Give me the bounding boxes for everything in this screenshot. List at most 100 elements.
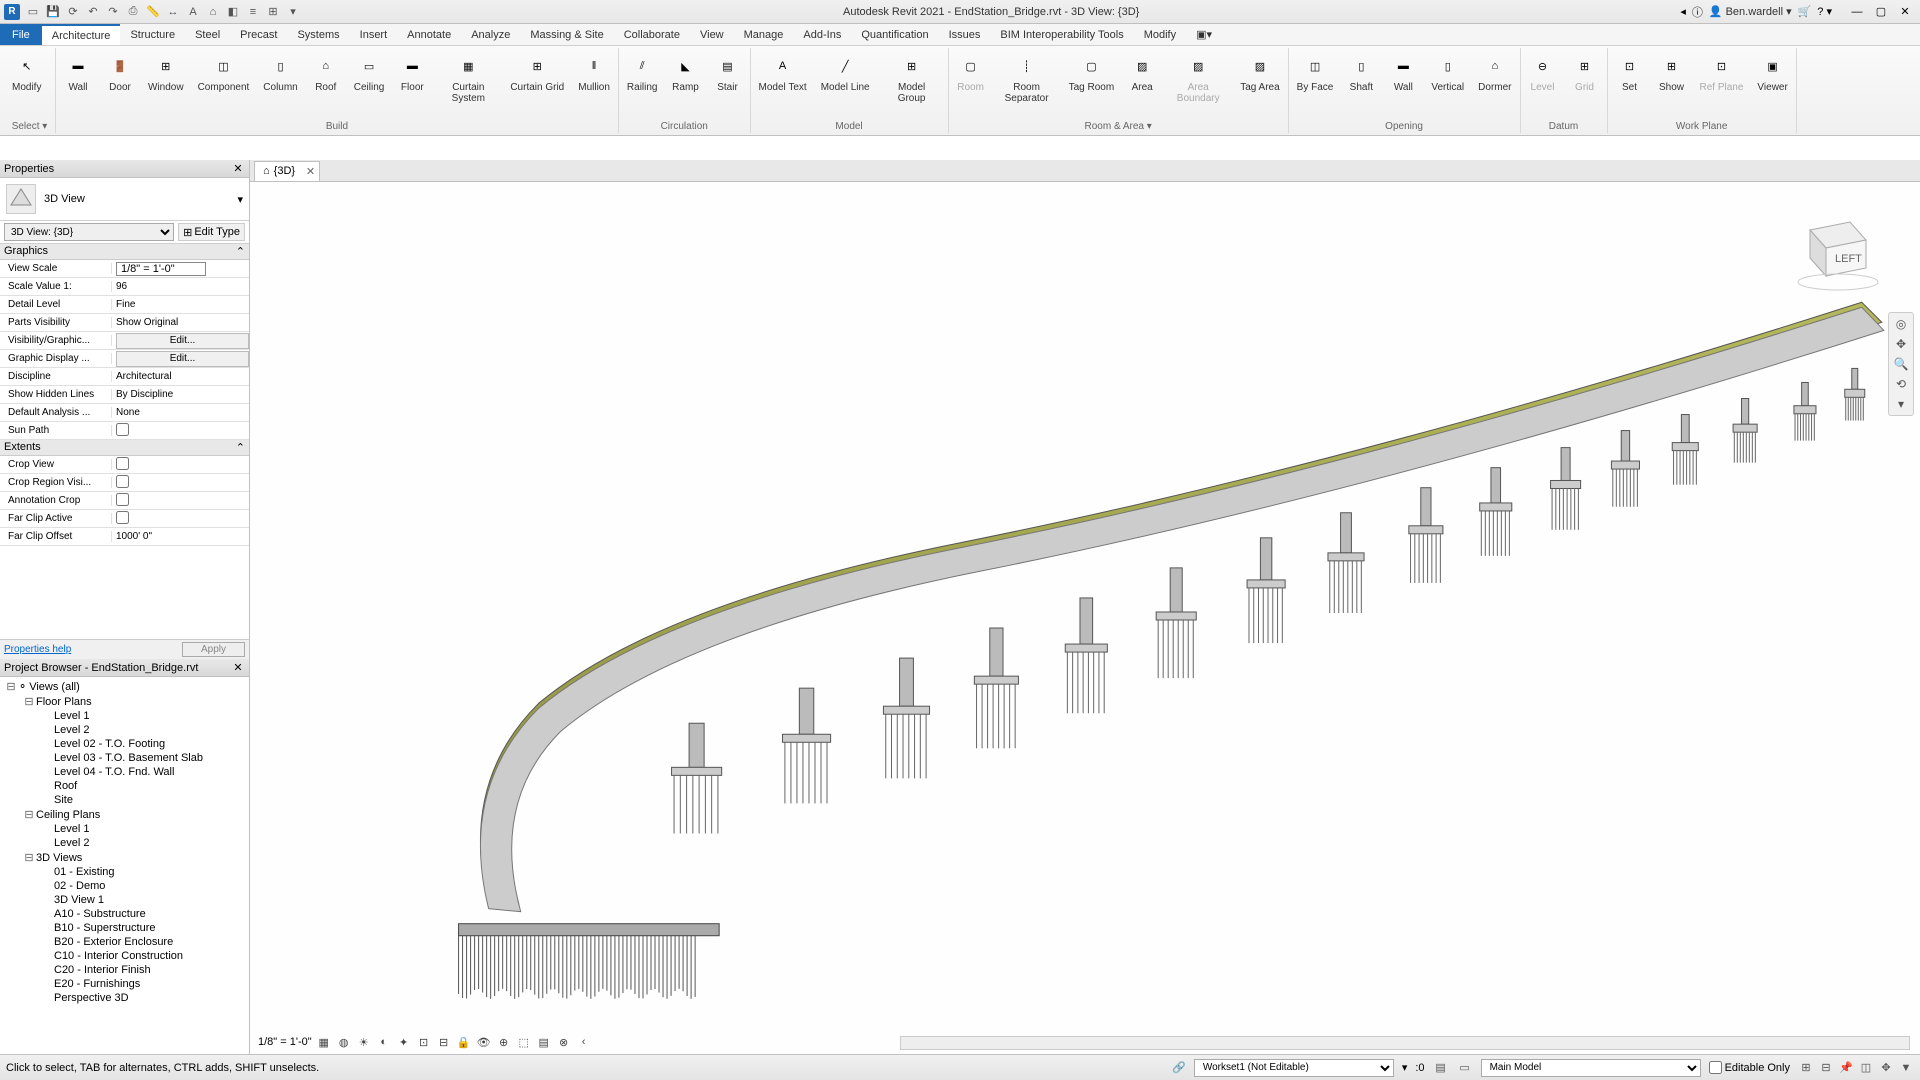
rendering-icon[interactable]: ✦ bbox=[396, 1034, 412, 1050]
graphics-category[interactable]: Graphics⌃ bbox=[0, 244, 249, 260]
filter-icon[interactable]: ▤ bbox=[1433, 1060, 1449, 1076]
tag-area-button[interactable]: ▨Tag Area bbox=[1234, 50, 1285, 95]
level-button[interactable]: ⊖Level bbox=[1523, 50, 1563, 95]
roof-button[interactable]: ⌂Roof bbox=[306, 50, 346, 95]
select-panel-label[interactable]: Select ▾ bbox=[4, 120, 55, 133]
properties-header[interactable]: Properties ✕ bbox=[0, 160, 249, 178]
property-row[interactable]: Graphic Display ...Edit... bbox=[0, 350, 249, 368]
curtain-system-button[interactable]: ▦Curtain System bbox=[434, 50, 502, 106]
select-links-icon[interactable]: ⊞ bbox=[1798, 1060, 1814, 1076]
tab-view[interactable]: View bbox=[690, 24, 734, 45]
select-face-icon[interactable]: ◫ bbox=[1858, 1060, 1874, 1076]
crop-view-icon[interactable]: ⊡ bbox=[416, 1034, 432, 1050]
help-icon[interactable]: ? ▾ bbox=[1817, 5, 1832, 18]
tree-item[interactable]: 02 - Demo bbox=[2, 879, 247, 893]
edit-type-button[interactable]: ⊞Edit Type bbox=[178, 223, 245, 241]
chevron-left-icon[interactable]: ‹ bbox=[576, 1034, 592, 1050]
property-row[interactable]: Default Analysis ...None bbox=[0, 404, 249, 422]
type-selector[interactable]: 3D View ▾ bbox=[0, 178, 249, 221]
dormer-button[interactable]: ⌂Dormer bbox=[1472, 50, 1517, 95]
tab-collaborate[interactable]: Collaborate bbox=[614, 24, 690, 45]
viewer-button[interactable]: ▣Viewer bbox=[1751, 50, 1793, 95]
floor-plans-node[interactable]: ⊟Floor Plans bbox=[2, 694, 247, 709]
property-row[interactable]: Scale Value 1:96 bbox=[0, 278, 249, 296]
browser-header[interactable]: Project Browser - EndStation_Bridge.rvt … bbox=[0, 659, 249, 677]
property-row[interactable]: Far Clip Active bbox=[0, 510, 249, 528]
property-row[interactable]: Show Hidden LinesBy Discipline bbox=[0, 386, 249, 404]
curtain-grid-button[interactable]: ⊞Curtain Grid bbox=[504, 50, 570, 95]
tree-item[interactable]: B10 - Superstructure bbox=[2, 921, 247, 935]
tab-annotate[interactable]: Annotate bbox=[397, 24, 461, 45]
tree-item[interactable]: Level 1 bbox=[2, 822, 247, 836]
mullion-button[interactable]: ‖Mullion bbox=[572, 50, 616, 95]
tree-item[interactable]: 3D View 1 bbox=[2, 893, 247, 907]
tab-addins[interactable]: Add-Ins bbox=[793, 24, 851, 45]
railing-button[interactable]: ⫽Railing bbox=[621, 50, 664, 95]
property-row[interactable]: Crop Region Visi... bbox=[0, 474, 249, 492]
infocenter-icon[interactable]: ⓘ bbox=[1692, 4, 1703, 20]
property-row[interactable]: Crop View bbox=[0, 456, 249, 474]
measure-icon[interactable]: 📏 bbox=[144, 3, 162, 21]
area-boundary-button[interactable]: ▨Area Boundary bbox=[1164, 50, 1232, 106]
property-row[interactable]: DisciplineArchitectural bbox=[0, 368, 249, 386]
door-button[interactable]: 🚪Door bbox=[100, 50, 140, 95]
ceiling-button[interactable]: ▭Ceiling bbox=[348, 50, 391, 95]
tree-item[interactable]: Level 2 bbox=[2, 723, 247, 737]
save-icon[interactable]: 💾 bbox=[44, 3, 62, 21]
model-line-button[interactable]: ╱Model Line bbox=[815, 50, 876, 95]
checkbox[interactable] bbox=[116, 493, 129, 506]
tab-quantification[interactable]: Quantification bbox=[851, 24, 938, 45]
tab-issues[interactable]: Issues bbox=[939, 24, 991, 45]
tree-item[interactable]: Perspective 3D bbox=[2, 991, 247, 1005]
crop-region-icon[interactable]: ⊟ bbox=[436, 1034, 452, 1050]
thin-lines-icon[interactable]: ≡ bbox=[244, 3, 262, 21]
selection-count-icon[interactable]: ▾ bbox=[1402, 1061, 1408, 1074]
redo-icon[interactable]: ↷ bbox=[104, 3, 122, 21]
detail-level-icon[interactable]: ▦ bbox=[316, 1034, 332, 1050]
scale-label[interactable]: 1/8" = 1'-0" bbox=[258, 1036, 312, 1048]
by-face-button[interactable]: ◫By Face bbox=[1291, 50, 1340, 95]
area-button[interactable]: ▨Area bbox=[1122, 50, 1162, 95]
tree-item[interactable]: Roof bbox=[2, 779, 247, 793]
active-workset-dropdown[interactable]: Workset1 (Not Editable) bbox=[1194, 1059, 1394, 1077]
properties-close-icon[interactable]: ✕ bbox=[231, 162, 245, 175]
drag-elements-icon[interactable]: ✥ bbox=[1878, 1060, 1894, 1076]
tree-item[interactable]: C10 - Interior Construction bbox=[2, 949, 247, 963]
tree-item[interactable]: E20 - Furnishings bbox=[2, 977, 247, 991]
tree-item[interactable]: Level 1 bbox=[2, 709, 247, 723]
property-row[interactable]: Far Clip Offset1000' 0" bbox=[0, 528, 249, 546]
print-icon[interactable]: ⎙ bbox=[124, 3, 142, 21]
cart-icon[interactable]: 🛒 bbox=[1798, 5, 1812, 18]
select-underlay-icon[interactable]: ⊟ bbox=[1818, 1060, 1834, 1076]
view-cube[interactable]: LEFT bbox=[1770, 212, 1880, 292]
checkbox[interactable] bbox=[116, 475, 129, 488]
chevron-down-icon[interactable]: ▾ bbox=[1898, 397, 1904, 411]
zoom-icon[interactable]: 🔍 bbox=[1894, 357, 1909, 371]
view-tab-3d[interactable]: ⌂ {3D} ✕ bbox=[254, 161, 320, 181]
3d-icon[interactable]: ⌂ bbox=[204, 3, 222, 21]
tab-massing[interactable]: Massing & Site bbox=[520, 24, 613, 45]
tab-close-icon[interactable]: ✕ bbox=[306, 165, 315, 178]
tab-precast[interactable]: Precast bbox=[230, 24, 287, 45]
ceiling-plans-node[interactable]: ⊟Ceiling Plans bbox=[2, 807, 247, 822]
apply-button[interactable]: Apply bbox=[182, 642, 245, 657]
tab-modify[interactable]: Modify bbox=[1134, 24, 1186, 45]
tree-item[interactable]: Level 03 - T.O. Basement Slab bbox=[2, 751, 247, 765]
orbit-icon[interactable]: ⟲ bbox=[1896, 377, 1906, 391]
3d-views-node[interactable]: ⊟3D Views bbox=[2, 850, 247, 865]
stair-button[interactable]: ▤Stair bbox=[708, 50, 748, 95]
tab-structure[interactable]: Structure bbox=[120, 24, 185, 45]
checkbox[interactable] bbox=[116, 511, 129, 524]
reveal-hidden-icon[interactable]: ⊕ bbox=[496, 1034, 512, 1050]
close-button[interactable]: ✕ bbox=[1894, 4, 1916, 20]
maximize-button[interactable]: ▢ bbox=[1870, 4, 1892, 20]
section-icon[interactable]: ◧ bbox=[224, 3, 242, 21]
tree-item[interactable]: A10 - Substructure bbox=[2, 907, 247, 921]
tab-manage[interactable]: Manage bbox=[734, 24, 794, 45]
modify-button[interactable]: ↖Modify bbox=[6, 50, 47, 95]
workset-icon[interactable]: 🔗 bbox=[1172, 1061, 1186, 1074]
design-option-dropdown[interactable]: Main Model bbox=[1481, 1059, 1701, 1077]
extents-category[interactable]: Extents⌃ bbox=[0, 440, 249, 456]
filter-selection-icon[interactable]: ▼ bbox=[1898, 1060, 1914, 1076]
shaft-button[interactable]: ▯Shaft bbox=[1341, 50, 1381, 95]
